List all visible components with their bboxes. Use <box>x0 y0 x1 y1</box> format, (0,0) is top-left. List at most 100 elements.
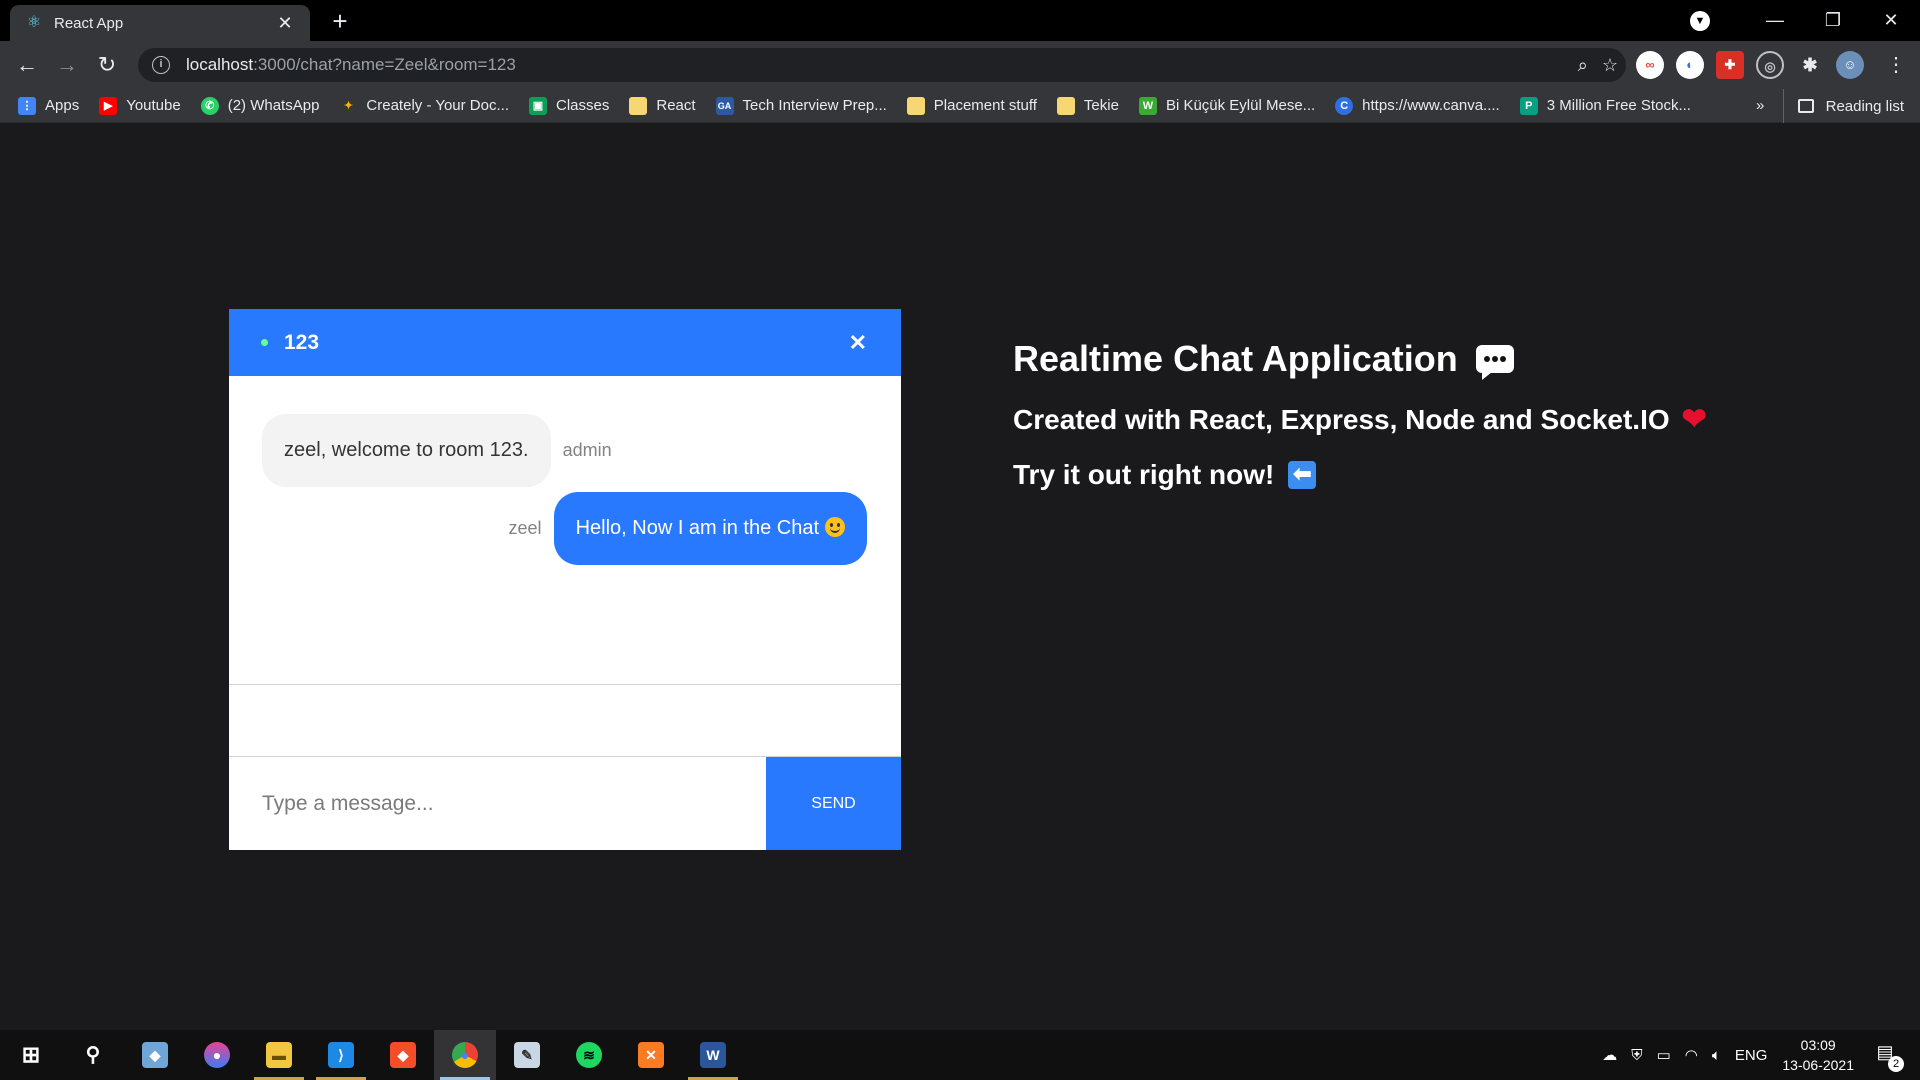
chrome-icon[interactable]: ● <box>434 1030 496 1080</box>
reload-button[interactable]: ↻ <box>92 50 122 80</box>
bookmark-item[interactable]: ▶ Youtube <box>99 96 181 115</box>
taskbar: ⊞ ⚲ ◆ ● ▬ ⟩ ◆ ● ✎ ≋ ✕ W ☁ ⛨ ▭ ◠ 🔈︎ ENG 0… <box>0 1030 1920 1080</box>
windows-start-icon[interactable]: ⊞ <box>0 1030 62 1080</box>
reading-list-button[interactable]: Reading list <box>1782 89 1904 123</box>
message-sender: zeel <box>508 518 542 538</box>
notification-count: 2 <box>1888 1056 1904 1072</box>
minimize-button[interactable]: — <box>1746 0 1804 41</box>
bookmark-item[interactable]: React <box>629 96 696 115</box>
extension-icon[interactable]: ✚ <box>1716 51 1744 79</box>
vscode-icon[interactable]: ⟩ <box>310 1030 372 1080</box>
page-subtitle: Created with React, Express, Node and So… <box>1013 403 1707 436</box>
canva-icon: C <box>1335 96 1354 115</box>
battery-icon[interactable]: ▭ <box>1657 1046 1671 1064</box>
back-button[interactable]: ← <box>12 50 42 80</box>
close-tab-icon[interactable]: ✕ <box>274 13 296 34</box>
browser-tab[interactable]: ⚛ React App ✕ <box>10 5 310 41</box>
search-icon[interactable]: ⚲ <box>62 1030 124 1080</box>
folder-icon <box>906 96 925 115</box>
smiley-icon <box>825 517 845 537</box>
clock-time: 03:09 <box>1800 1037 1836 1053</box>
youtube-icon: ▶ <box>99 96 118 115</box>
virtualbox-icon[interactable]: ◆ <box>124 1030 186 1080</box>
message-form: Send <box>229 756 901 850</box>
chat-window: 123 ✕ zeel, welcome to room 123. admin z… <box>229 309 901 850</box>
message-sender: admin <box>562 440 612 460</box>
notification-center-icon[interactable]: ▤ 2 <box>1870 1042 1904 1072</box>
more-menu-icon[interactable]: ⋮ <box>1886 50 1906 80</box>
xampp-icon[interactable]: ✕ <box>620 1030 682 1080</box>
spotify-icon[interactable]: ≋ <box>558 1030 620 1080</box>
message-bubble: zeel, welcome to room 123. <box>262 414 551 487</box>
bookmark-star-icon[interactable]: ☆ <box>1602 55 1618 76</box>
ga-icon: GA <box>715 96 734 115</box>
paint-icon[interactable]: ✎ <box>496 1030 558 1080</box>
close-icon[interactable]: ✕ <box>849 330 867 356</box>
folder-icon <box>1056 96 1075 115</box>
extension-icon[interactable]: ◐ <box>1676 51 1704 79</box>
puzzle-icon[interactable]: ✱ <box>1796 51 1824 79</box>
bookmark-item[interactable]: Tekie <box>1056 96 1119 115</box>
extension-icon[interactable]: ∞ <box>1636 51 1664 79</box>
bookmark-item[interactable]: ✦ Creately - Your Doc... <box>339 97 509 115</box>
address-bar[interactable]: i localhost:3000/chat?name=Zeel&room=123… <box>138 48 1626 82</box>
bookmark-item[interactable]: Placement stuff <box>906 96 1037 115</box>
cloud-icon[interactable]: ☁ <box>1602 1046 1617 1064</box>
window-controls: ▼ — ❐ ✕ <box>1690 0 1920 41</box>
browser-toolbar: ← → ↻ i localhost:3000/chat?name=Zeel&ro… <box>0 41 1920 89</box>
avatar[interactable]: ☺ <box>1836 51 1864 79</box>
blender-drop-icon[interactable]: ● <box>186 1030 248 1080</box>
page-content: 123 ✕ zeel, welcome to room 123. admin z… <box>0 123 1920 1030</box>
volume-icon[interactable]: 🔈︎ <box>1712 1047 1721 1064</box>
heart-icon: ❤ <box>1681 403 1707 436</box>
chat-header: 123 ✕ <box>229 309 901 376</box>
apps-grid-icon: ⋮ <box>18 96 36 115</box>
clock[interactable]: 03:09 13-06-2021 <box>1782 1035 1854 1075</box>
file-explorer-icon[interactable]: ▬ <box>248 1030 310 1080</box>
bookmark-item[interactable]: GA Tech Interview Prep... <box>715 96 887 115</box>
message-outgoing: zeel Hello, Now I am in the Chat <box>509 492 867 565</box>
stock-icon: P <box>1519 96 1538 115</box>
language-indicator[interactable]: ENG <box>1735 1047 1768 1064</box>
close-window-button[interactable]: ✕ <box>1862 0 1920 41</box>
bookmark-item[interactable]: ▣ Classes <box>529 96 609 115</box>
forward-button[interactable]: → <box>52 50 82 80</box>
send-button[interactable]: Send <box>766 757 901 850</box>
browser-tab-bar: ⚛ React App ✕ + ▼ — ❐ ✕ <box>0 0 1920 41</box>
bookmark-item[interactable]: ✆ (2) WhatsApp <box>200 96 319 115</box>
site-info-icon[interactable]: i <box>152 56 170 74</box>
download-icon[interactable]: ▼ <box>1690 10 1710 31</box>
bookmark-item[interactable]: Chttps://www.canva.... <box>1335 96 1500 115</box>
folder-icon <box>629 96 648 115</box>
new-tab-button[interactable]: + <box>325 6 355 36</box>
classroom-icon: ▣ <box>529 96 547 115</box>
creately-icon: ✦ <box>343 99 354 112</box>
message-bubble: Hello, Now I am in the Chat <box>553 492 867 565</box>
url-text[interactable]: localhost:3000/chat?name=Zeel&room=123 <box>186 55 516 75</box>
messages-list[interactable]: zeel, welcome to room 123. admin zeel He… <box>229 376 901 685</box>
info-panel: Realtime Chat Application Created with R… <box>1013 338 1707 491</box>
online-indicator-icon <box>261 339 268 346</box>
reading-list-icon <box>1797 99 1814 113</box>
bookmarks-overflow-button[interactable]: » <box>1756 89 1764 123</box>
speech-balloon-icon <box>1475 345 1514 380</box>
bookmark-item[interactable]: P3 Million Free Stock... <box>1519 96 1691 115</box>
wifi-icon[interactable]: ◠ <box>1685 1046 1698 1064</box>
security-shield-icon[interactable]: ⛨ <box>1631 1047 1642 1064</box>
bookmark-item[interactable]: ⋮ Apps <box>18 96 79 115</box>
tab-title: React App <box>54 14 124 32</box>
w-icon: W <box>1138 96 1157 115</box>
bookmark-item[interactable]: W Bi Küçük Eylül Mese... <box>1138 96 1315 115</box>
room-name: 123 <box>284 330 320 354</box>
message-incoming: zeel, welcome to room 123. admin <box>262 414 612 487</box>
call-to-action: Try it out right now! ⬅ <box>1013 459 1707 491</box>
message-input[interactable] <box>229 757 766 850</box>
zoom-icon[interactable]: ⌕ <box>1578 55 1588 76</box>
clock-date: 13-06-2021 <box>1782 1057 1854 1073</box>
left-arrow-icon: ⬅ <box>1288 461 1317 489</box>
restore-button[interactable]: ❐ <box>1804 0 1862 41</box>
word-icon[interactable]: W <box>682 1030 744 1080</box>
git-icon[interactable]: ◆ <box>372 1030 434 1080</box>
system-tray: ☁ ⛨ ▭ ◠ 🔈︎ ENG 03:09 13-06-2021 ▤ 2 <box>1595 1030 1920 1080</box>
extension-icon[interactable]: ◎ <box>1756 51 1784 79</box>
